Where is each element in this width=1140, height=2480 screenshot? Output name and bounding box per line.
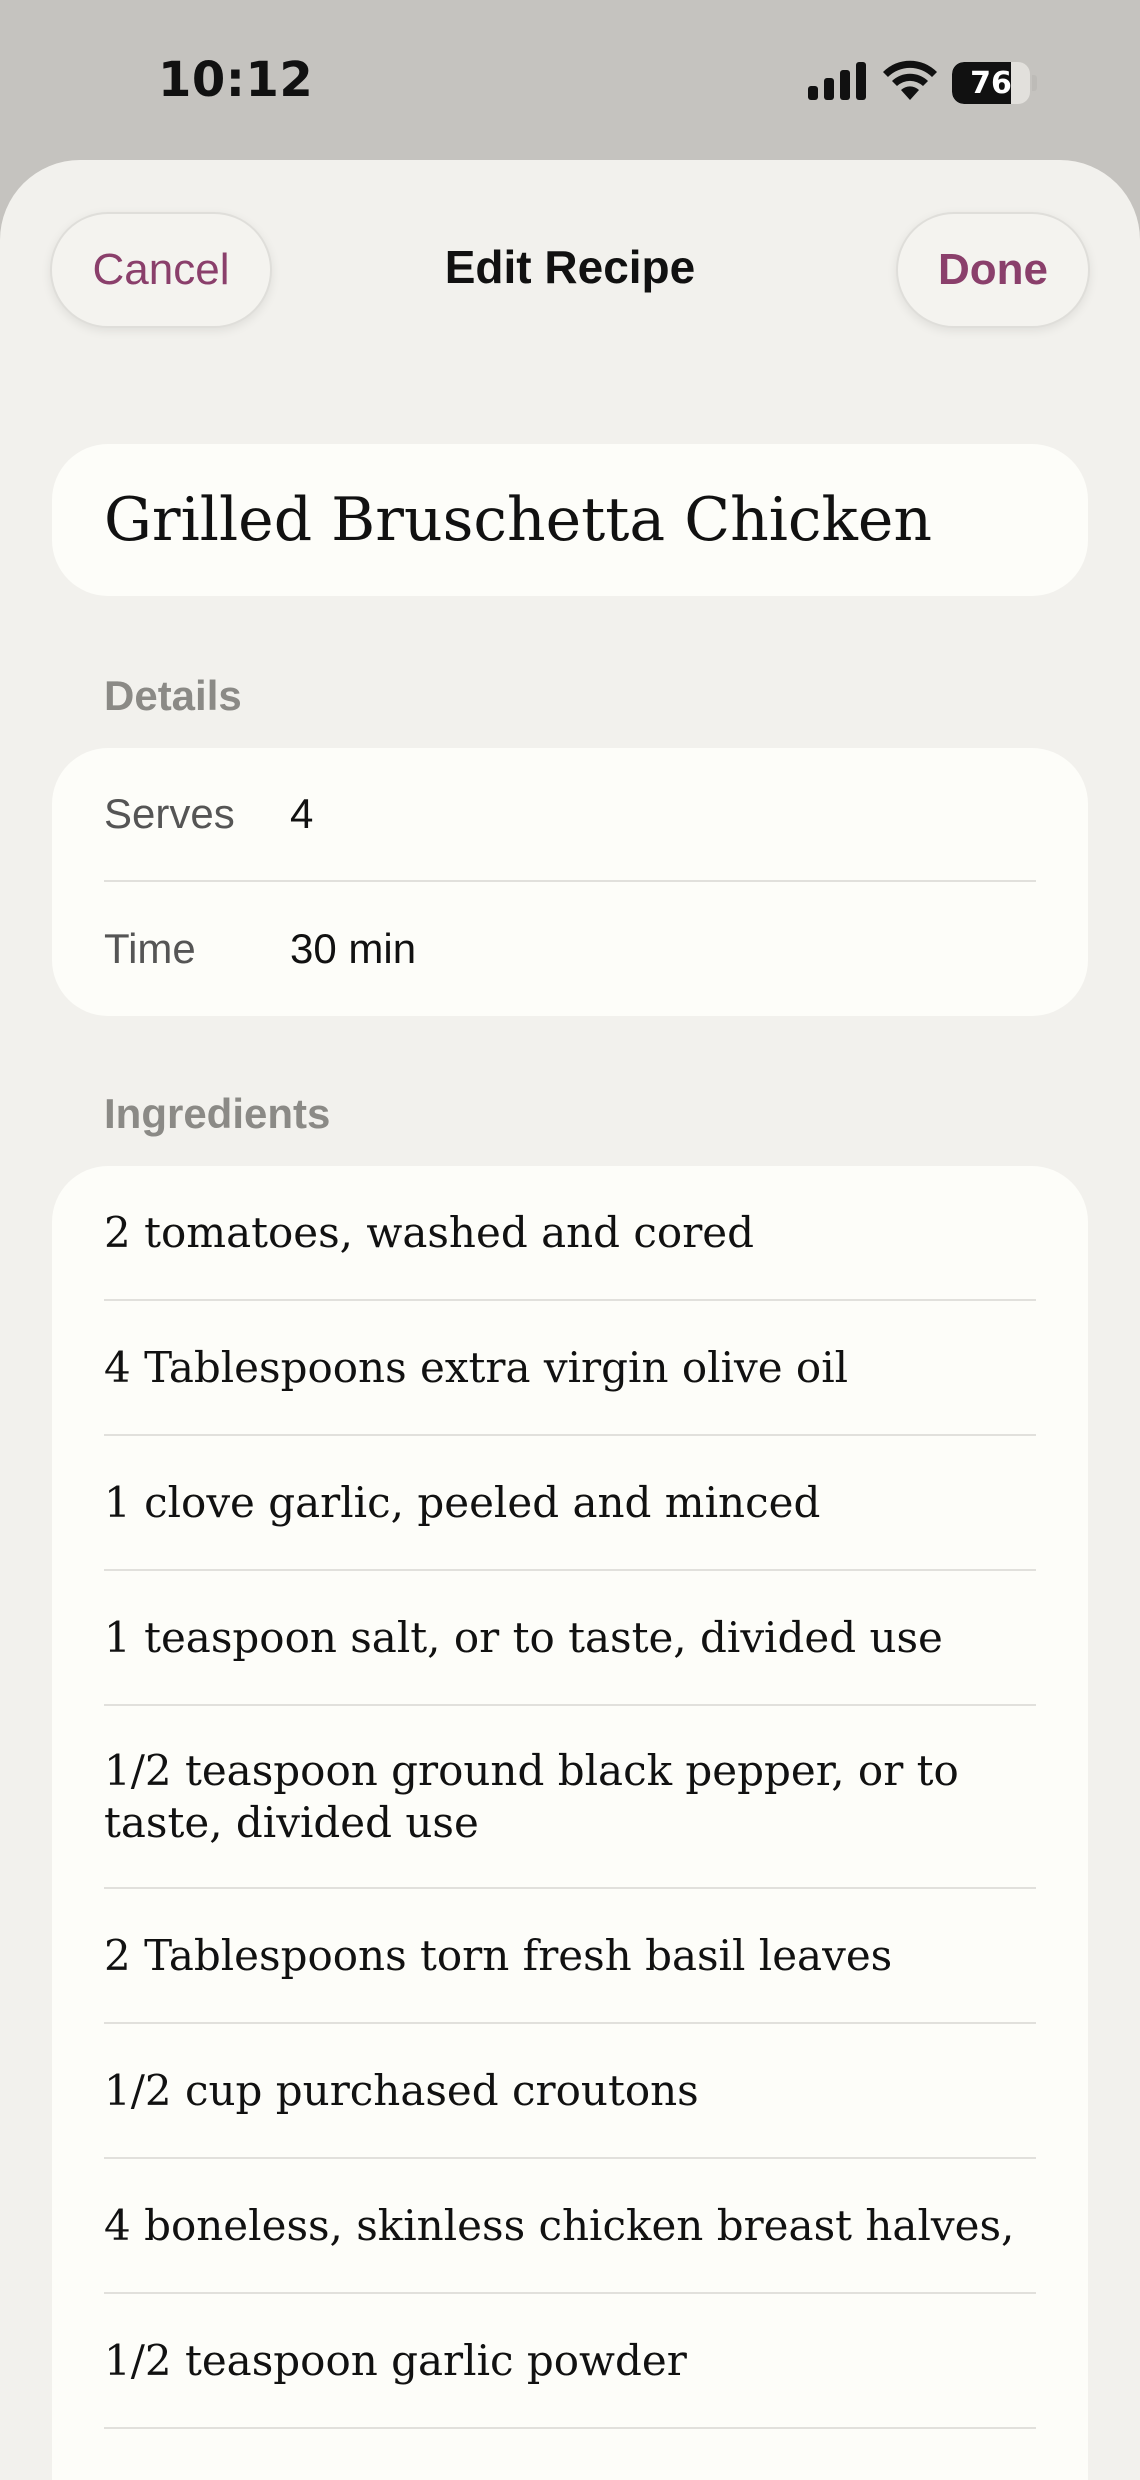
ingredient-row[interactable]: 1/2 teaspoon garlic powder [104, 2294, 1036, 2429]
status-time: 10:12 [158, 52, 314, 108]
ingredient-row[interactable]: 2 tomatoes, washed and cored [104, 1166, 1036, 1301]
details-section-label: Details [104, 672, 242, 719]
ingredient-row[interactable]: 1 teaspoon salt, or to taste, divided us… [104, 1571, 1036, 1706]
ingredient-row[interactable]: 2 Tablespoons torn fresh basil leaves [104, 1889, 1036, 2024]
recipe-title-text: Grilled Bruschetta Chicken [104, 485, 933, 555]
ingredient-row[interactable]: 4 boneless, skinless chicken breast halv… [104, 2159, 1036, 2294]
time-field[interactable]: 30 min [290, 925, 416, 973]
battery-percent: 76 [970, 65, 1012, 101]
ingredients-list: 2 tomatoes, washed and cored 4 Tablespoo… [104, 1166, 1036, 2429]
details-card: Serves 4 Time 30 min [52, 748, 1088, 1016]
edit-recipe-sheet: Cancel Edit Recipe Done Grilled Bruschet… [0, 160, 1140, 2480]
battery-icon: 76 [952, 62, 1037, 104]
ingredients-card: 2 tomatoes, washed and cored 4 Tablespoo… [52, 1166, 1088, 2480]
wifi-icon [883, 60, 937, 100]
signal-icon [808, 62, 866, 100]
recipe-title-field[interactable]: Grilled Bruschetta Chicken [52, 444, 1088, 596]
serves-label: Serves [104, 790, 235, 837]
ingredient-row[interactable]: 1/2 teaspoon ground black pepper, or to … [104, 1706, 1036, 1889]
ingredients-section-label: Ingredients [104, 1090, 331, 1137]
time-row[interactable]: Time 30 min [104, 882, 1036, 1016]
ingredient-row[interactable]: 4 Tablespoons extra virgin olive oil [104, 1301, 1036, 1436]
serves-field[interactable]: 4 [290, 790, 313, 838]
serves-row[interactable]: Serves 4 [104, 748, 1036, 882]
time-label: Time [104, 925, 196, 972]
ingredient-row[interactable]: 1 clove garlic, peeled and minced [104, 1436, 1036, 1571]
done-button[interactable]: Done [896, 212, 1090, 328]
ingredient-row[interactable]: 1/2 cup purchased croutons [104, 2024, 1036, 2159]
status-bar: 10:12 76 [0, 0, 1140, 160]
